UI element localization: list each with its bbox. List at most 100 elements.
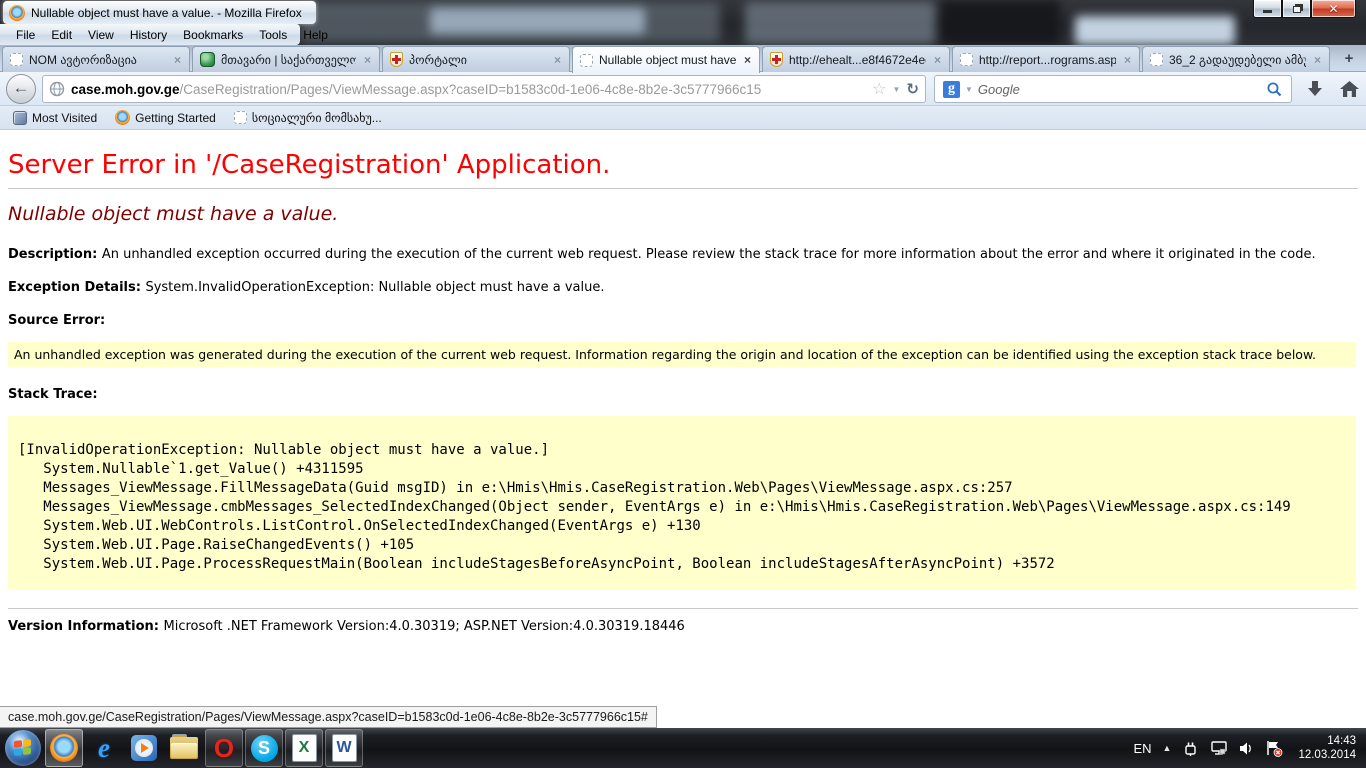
source-error-label: Source Error:: [8, 313, 1358, 328]
new-tab-button[interactable]: +: [1337, 49, 1361, 69]
window-titlebar: Nullable object must have a value. - Moz…: [0, 0, 1366, 45]
page-content: Server Error in '/CaseRegistration' Appl…: [0, 130, 1366, 728]
tab-label: 36_2 გადაუდებელი ამბუ...: [1169, 53, 1306, 67]
error-message-heading: Nullable object must have a value.: [8, 203, 1358, 225]
source-error-box: An unhandled exception was generated dur…: [8, 342, 1356, 367]
version-label: Version Information:: [8, 619, 163, 634]
tab-label: პორტალი: [409, 53, 546, 67]
taskbar-media-player-button[interactable]: [125, 729, 163, 767]
close-button[interactable]: ✕: [1311, 0, 1356, 18]
restore-icon: [1293, 6, 1301, 13]
url-text: case.moh.gov.ge/CaseRegistration/Pages/V…: [71, 82, 866, 97]
version-text: Microsoft .NET Framework Version:4.0.303…: [163, 619, 684, 634]
site-favicon-icon: [200, 52, 215, 67]
downloads-button[interactable]: [1302, 77, 1328, 101]
menu-edit[interactable]: Edit: [43, 26, 80, 44]
menu-view[interactable]: View: [80, 26, 122, 44]
url-bar[interactable]: case.moh.gov.ge/CaseRegistration/Pages/V…: [42, 75, 926, 103]
bookmarks-toolbar: Most Visited Getting Started სოციალური მ…: [0, 106, 1366, 130]
clock[interactable]: 14:43 12.03.2014: [1298, 734, 1356, 762]
placeholder-favicon-icon: [960, 53, 973, 66]
georgia-emblem-favicon-icon: [770, 52, 783, 67]
menu-file[interactable]: File: [8, 26, 43, 44]
description-text: An unhandled exception occurred during t…: [102, 247, 1316, 262]
tab-close-icon[interactable]: ×: [172, 53, 183, 67]
menu-bookmarks[interactable]: Bookmarks: [175, 26, 251, 44]
urlbar-dropdown-icon[interactable]: ▼: [893, 85, 901, 94]
taskbar-explorer-button[interactable]: [165, 729, 203, 767]
status-bar-url-tooltip: case.moh.gov.ge/CaseRegistration/Pages/V…: [0, 706, 657, 728]
taskbar-skype-button[interactable]: S: [245, 729, 283, 767]
windows-logo-icon: [14, 739, 32, 757]
background-window: [940, 0, 1060, 45]
tab-close-icon[interactable]: ×: [1312, 53, 1323, 67]
georgia-emblem-favicon-icon: [390, 52, 403, 67]
minimize-button[interactable]: [1253, 0, 1282, 18]
taskbar-excel-button[interactable]: X: [285, 729, 323, 767]
start-button[interactable]: [5, 730, 41, 766]
back-button[interactable]: ←: [6, 74, 36, 104]
taskbar-opera-button[interactable]: O: [205, 729, 243, 767]
network-icon[interactable]: [1210, 740, 1228, 756]
bookmark-social-service[interactable]: სოციალური მომსახუ...: [227, 109, 389, 127]
tab-portali[interactable]: პორტალი ×: [382, 46, 570, 72]
background-window: [1075, 16, 1235, 45]
taskbar-firefox-button[interactable]: [45, 729, 83, 767]
search-input[interactable]: [978, 82, 1261, 97]
description-paragraph: Description: An unhandled exception occu…: [8, 247, 1358, 262]
taskbar-word-button[interactable]: W: [325, 729, 363, 767]
menu-tools[interactable]: Tools: [251, 26, 295, 44]
excel-icon: X: [292, 734, 317, 762]
globe-icon: [49, 81, 65, 97]
most-visited-icon: [13, 111, 27, 125]
window-title-text: Nullable object must have a value. - Moz…: [31, 6, 302, 20]
tab-label: NOM ავტორიზაცია: [29, 53, 166, 67]
tab-close-icon[interactable]: ×: [742, 53, 753, 67]
taskbar-internet-explorer-button[interactable]: e: [85, 729, 123, 767]
tab-strip: NOM ავტორიზაცია × მთავარი | საქართველო..…: [0, 45, 1366, 72]
stack-trace-box: [InvalidOperationException: Nullable obj…: [8, 416, 1356, 590]
divider: [8, 188, 1358, 189]
home-icon: [1339, 79, 1360, 99]
stack-trace-text: [InvalidOperationException: Nullable obj…: [8, 416, 1356, 590]
tab-close-icon[interactable]: ×: [932, 53, 943, 67]
bookmark-most-visited[interactable]: Most Visited: [6, 109, 104, 127]
internet-explorer-icon: e: [98, 735, 110, 762]
placeholder-favicon-icon: [580, 54, 593, 67]
bookmark-label: Most Visited: [32, 111, 97, 125]
tab-label: Nullable object must have...: [599, 53, 736, 67]
folder-icon: [170, 737, 198, 759]
download-arrow-icon: [1305, 79, 1325, 99]
tab-nom-authorization[interactable]: NOM ავტორიზაცია ×: [2, 46, 190, 72]
home-button[interactable]: [1336, 77, 1362, 101]
search-bar[interactable]: g ▼: [934, 75, 1292, 103]
action-center-flag-icon[interactable]: [1265, 740, 1283, 757]
firefox-icon: [50, 734, 78, 762]
tab-nullable-error-active[interactable]: Nullable object must have... ×: [572, 46, 760, 73]
tab-ehealth[interactable]: http://ehealt...e8f4672e4ec0 ×: [762, 46, 950, 72]
tab-report-programs[interactable]: http://report...rograms.aspx ×: [952, 46, 1140, 72]
tab-36-2-emergency[interactable]: 36_2 გადაუდებელი ამბუ... ×: [1142, 46, 1330, 72]
tab-close-icon[interactable]: ×: [1122, 53, 1133, 67]
tab-close-icon[interactable]: ×: [362, 53, 373, 67]
stack-trace-label: Stack Trace:: [8, 387, 1358, 402]
search-magnifier-icon[interactable]: [1266, 81, 1283, 98]
search-engine-dropdown-icon[interactable]: ▼: [965, 85, 973, 94]
show-hidden-icons-icon[interactable]: ▲: [1163, 743, 1172, 753]
menu-history[interactable]: History: [122, 26, 175, 44]
error-page-title: Server Error in '/CaseRegistration' Appl…: [8, 150, 1358, 180]
bookmark-star-icon[interactable]: ☆: [872, 79, 886, 99]
media-player-icon: [131, 735, 157, 761]
restore-button[interactable]: [1282, 0, 1311, 18]
tab-close-icon[interactable]: ×: [552, 53, 563, 67]
tab-mtavari[interactable]: მთავარი | საქართველო... ×: [192, 46, 380, 72]
bookmark-getting-started[interactable]: Getting Started: [108, 108, 223, 127]
tab-label: http://report...rograms.aspx: [979, 53, 1116, 67]
power-plug-icon[interactable]: [1182, 740, 1199, 757]
menu-help[interactable]: Help: [295, 26, 336, 44]
language-indicator[interactable]: EN: [1133, 741, 1151, 756]
reload-icon[interactable]: ↻: [906, 80, 919, 98]
volume-icon[interactable]: [1239, 741, 1254, 756]
version-information: Version Information: Microsoft .NET Fram…: [8, 619, 1358, 634]
word-icon: W: [332, 734, 357, 762]
